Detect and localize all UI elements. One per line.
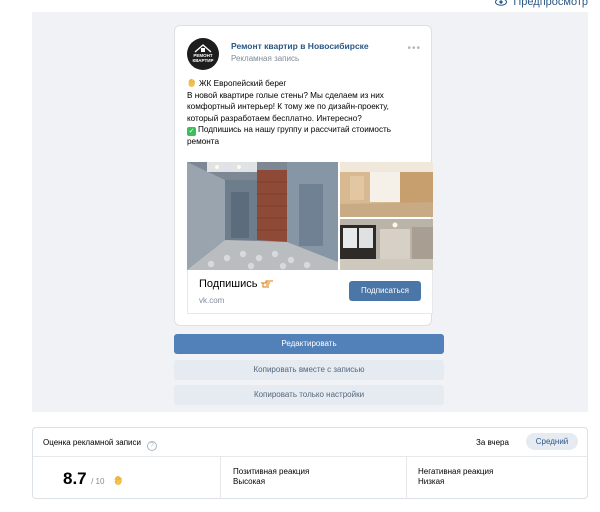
post-text: ЖК Европейский берег В новой квартире го… (187, 78, 423, 148)
photo-corridor[interactable] (187, 162, 338, 270)
post-text-line: ЖК Европейский берег (187, 78, 423, 90)
fire-hand-icon (114, 476, 122, 485)
score-max: / 10 (91, 477, 105, 486)
post-text-line: комфортный интерьер! К тому же по дизайн… (187, 102, 389, 112)
negative-reaction-value: Низкая (418, 477, 445, 486)
score: 8.7 / 10 (63, 469, 123, 489)
preview-link[interactable]: Предпросмотр (495, 0, 588, 8)
negative-reaction-label: Негативная реакция (418, 467, 494, 476)
post-text-line: В новой квартире голые стены? Мы сделаем… (187, 90, 384, 100)
avatar-logo-text: РЕМОНТ КВАРТИР (192, 53, 214, 63)
positive-reaction: Позитивная реакция Высокая (233, 467, 309, 487)
photo-gallery[interactable] (187, 162, 433, 270)
preview-label: Предпросмотр (513, 0, 588, 8)
eye-icon (495, 0, 508, 6)
copy-settings-button[interactable]: Копировать только настройки (174, 385, 444, 405)
pointing-hand-icon (260, 280, 273, 288)
post-text-line: ремонта (187, 137, 220, 147)
group-name[interactable]: Ремонт квартир в Новосибирске (231, 41, 369, 51)
photo-kitchen[interactable] (340, 219, 433, 270)
score-value: 8.7 (63, 469, 87, 488)
card-domain: vk.com (199, 296, 225, 305)
help-icon[interactable]: ? (146, 441, 157, 451)
card-title: Подпишись (199, 278, 274, 290)
column-separator (406, 457, 407, 499)
link-card[interactable]: Подпишись vk.com Подписаться (187, 270, 433, 314)
positive-reaction-value: Высокая (233, 477, 266, 486)
period-selector[interactable]: За вчера (476, 438, 509, 447)
subscribe-button[interactable]: Подписаться (349, 281, 421, 301)
level-badge: Средний (526, 433, 578, 450)
photo-room-bright[interactable] (340, 162, 433, 217)
rating-title: Оценка рекламной записи? (43, 438, 157, 451)
negative-reaction: Негативная реакция Низкая (418, 467, 493, 487)
post-type: Рекламная запись (231, 54, 300, 63)
check-icon: ✓ (187, 127, 196, 137)
edit-button[interactable]: Редактировать (174, 334, 444, 354)
post-text-line: ✓ Подпишись на нашу группу и рассчитай ст… (187, 125, 392, 137)
copy-with-post-button[interactable]: Копировать вместе с записью (174, 360, 444, 380)
avatar[interactable]: РЕМОНТ КВАРТИР (187, 38, 219, 70)
positive-reaction-label: Позитивная реакция (233, 467, 310, 476)
house-logo-icon (194, 44, 212, 53)
preview-stage: РЕМОНТ КВАРТИР Ремонт квартир в Новосибир… (32, 12, 588, 412)
divider (33, 456, 587, 457)
more-icon[interactable]: ••• (407, 43, 421, 54)
post-text-line: который разработаем бесплатно. Интересно… (187, 113, 362, 123)
ad-rating-panel: Оценка рекламной записи? За вчера Средни… (32, 427, 588, 499)
column-separator (220, 457, 221, 499)
hand-icon (188, 78, 195, 87)
ad-post: РЕМОНТ КВАРТИР Ремонт квартир в Новосибир… (174, 25, 433, 326)
